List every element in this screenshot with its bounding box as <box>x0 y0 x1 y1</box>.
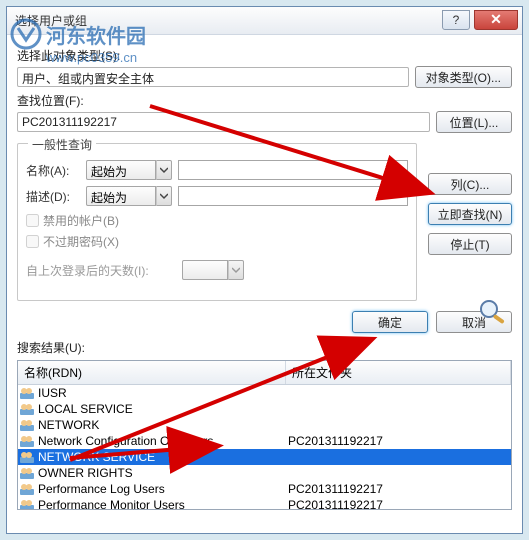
name-match-value: 起始为 <box>86 160 156 180</box>
col-folder[interactable]: 所在文件夹 <box>286 361 511 384</box>
ok-button[interactable]: 确定 <box>352 311 428 333</box>
name-input[interactable] <box>178 160 408 180</box>
row-folder: PC201311192217 <box>286 498 511 510</box>
desc-label: 描述(D): <box>26 188 80 205</box>
close-icon: ✕ <box>490 11 502 28</box>
listview-header: 名称(RDN) 所在文件夹 <box>18 361 511 385</box>
table-row[interactable]: NETWORK <box>18 417 511 433</box>
row-name: NETWORK SERVICE <box>18 450 286 464</box>
table-row[interactable]: LOCAL SERVICE <box>18 401 511 417</box>
object-type-label: 选择此对象类型(S): <box>17 47 512 64</box>
location-value[interactable]: PC201311192217 <box>17 112 430 132</box>
nonexp-pwd-label: 不过期密码(X) <box>43 233 119 250</box>
location-label: 查找位置(F): <box>17 92 512 109</box>
row-name: OWNER RIGHTS <box>18 466 286 480</box>
row-name: NETWORK <box>18 418 286 432</box>
table-row[interactable]: OWNER RIGHTS <box>18 465 511 481</box>
chevron-down-icon <box>156 186 172 206</box>
desc-input[interactable] <box>178 186 408 206</box>
search-icon <box>476 297 512 325</box>
desc-match-value: 起始为 <box>86 186 156 206</box>
dialog-window: 选择用户或组 ? ✕ 选择此对象类型(S): 用户、组或内置安全主体 对象类型(… <box>6 6 523 534</box>
results-label: 搜索结果(U): <box>17 339 512 356</box>
disabled-accounts-label: 禁用的帐户(B) <box>43 212 119 229</box>
row-name: IUSR <box>18 386 286 400</box>
nonexp-pwd-box[interactable] <box>26 235 39 248</box>
disabled-accounts-box[interactable] <box>26 214 39 227</box>
help-icon: ? <box>453 13 460 27</box>
table-row[interactable]: Performance Monitor UsersPC201311192217 <box>18 497 511 510</box>
stop-button[interactable]: 停止(T) <box>428 233 512 255</box>
table-row[interactable]: Performance Log UsersPC201311192217 <box>18 481 511 497</box>
row-name: Performance Log Users <box>18 482 286 496</box>
table-row[interactable]: IUSR <box>18 385 511 401</box>
row-name: Network Configuration Operators <box>18 434 286 448</box>
nonexp-pwd-checkbox[interactable]: 不过期密码(X) <box>26 233 408 250</box>
close-button[interactable]: ✕ <box>474 10 518 30</box>
row-folder: PC201311192217 <box>286 482 511 496</box>
object-type-button[interactable]: 对象类型(O)... <box>415 66 512 88</box>
table-row[interactable]: Network Configuration OperatorsPC2013111… <box>18 433 511 449</box>
right-button-column: 列(C)... 立即查找(N) 停止(T) <box>428 173 512 325</box>
common-query-fieldset: 一般性查询 名称(A): 起始为 描述(D): 起始为 禁用的帐户 <box>17 143 417 301</box>
window-title: 选择用户或组 <box>15 12 438 29</box>
days-value <box>182 260 228 280</box>
days-combo[interactable] <box>182 260 244 280</box>
row-name: Performance Monitor Users <box>18 498 286 510</box>
days-since-logon-label: 自上次登录后的天数(I): <box>26 262 176 279</box>
titlebar-buttons: ? ✕ <box>438 10 518 32</box>
dialog-content: 选择此对象类型(S): 用户、组或内置安全主体 对象类型(O)... 查找位置(… <box>7 35 522 533</box>
name-match-combo[interactable]: 起始为 <box>86 160 172 180</box>
disabled-accounts-checkbox[interactable]: 禁用的帐户(B) <box>26 212 408 229</box>
titlebar: 选择用户或组 ? ✕ <box>7 7 522 35</box>
help-button[interactable]: ? <box>442 10 470 30</box>
find-now-button[interactable]: 立即查找(N) <box>428 203 512 225</box>
row-name: LOCAL SERVICE <box>18 402 286 416</box>
listview-body[interactable]: IUSRLOCAL SERVICENETWORKNetwork Configur… <box>18 385 511 510</box>
object-type-value: 用户、组或内置安全主体 <box>17 67 409 87</box>
location-button[interactable]: 位置(L)... <box>436 111 512 133</box>
chevron-down-icon <box>228 260 244 280</box>
name-label: 名称(A): <box>26 162 80 179</box>
col-name[interactable]: 名称(RDN) <box>18 361 286 384</box>
desc-match-combo[interactable]: 起始为 <box>86 186 172 206</box>
results-listview[interactable]: 名称(RDN) 所在文件夹 IUSRLOCAL SERVICENETWORKNe… <box>17 360 512 510</box>
fieldset-legend: 一般性查询 <box>28 136 96 153</box>
table-row[interactable]: NETWORK SERVICE <box>18 449 511 465</box>
columns-button[interactable]: 列(C)... <box>428 173 512 195</box>
row-folder: PC201311192217 <box>286 434 511 448</box>
chevron-down-icon <box>156 160 172 180</box>
